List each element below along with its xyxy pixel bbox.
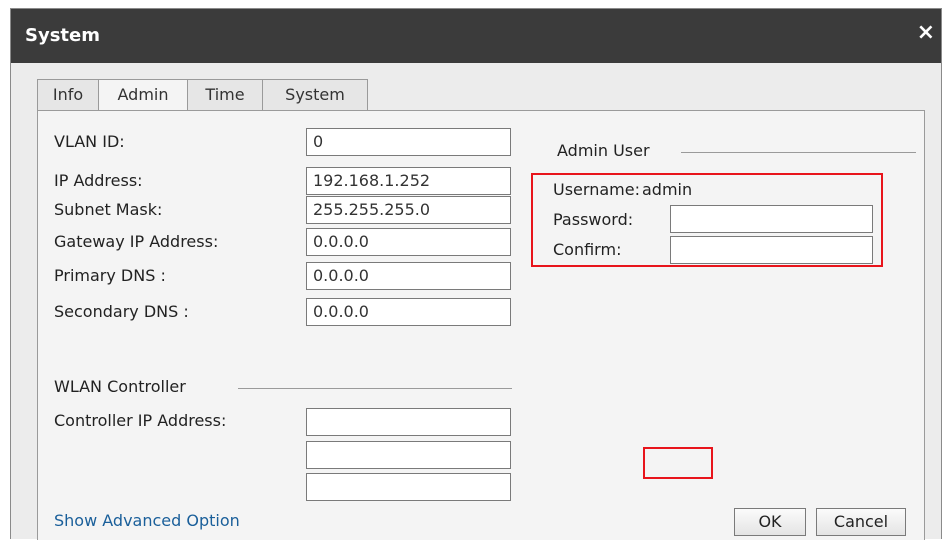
admin-user-legend: Admin User bbox=[557, 141, 650, 160]
subnet-mask-label: Subnet Mask: bbox=[54, 200, 163, 219]
gateway-input[interactable]: 0.0.0.0 bbox=[306, 228, 511, 256]
ip-address-label: IP Address: bbox=[54, 171, 143, 190]
controller-ip-input-3[interactable] bbox=[306, 473, 511, 501]
vlan-id-input[interactable]: 0 bbox=[306, 128, 511, 156]
admin-user-divider bbox=[681, 152, 916, 153]
tab-info[interactable]: Info bbox=[37, 79, 99, 110]
secondary-dns-input[interactable]: 0.0.0.0 bbox=[306, 298, 511, 326]
primary-dns-label: Primary DNS : bbox=[54, 266, 166, 285]
vlan-id-label: VLAN ID: bbox=[54, 132, 125, 151]
admin-panel: VLAN ID: 0 IP Address: 192.168.1.252 Sub… bbox=[37, 110, 925, 540]
tab-strip: Info Admin Time System bbox=[37, 79, 368, 112]
controller-ip-input-2[interactable] bbox=[306, 441, 511, 469]
close-icon[interactable]: × bbox=[917, 21, 935, 45]
wlan-controller-legend: WLAN Controller bbox=[54, 377, 186, 396]
show-advanced-option-link[interactable]: Show Advanced Option bbox=[54, 511, 240, 530]
tab-system[interactable]: System bbox=[262, 79, 368, 110]
ip-address-input[interactable]: 192.168.1.252 bbox=[306, 167, 511, 195]
gateway-label: Gateway IP Address: bbox=[54, 232, 219, 251]
empty-highlight-box bbox=[643, 447, 713, 479]
tab-time[interactable]: Time bbox=[187, 79, 263, 110]
cancel-button[interactable]: Cancel bbox=[816, 508, 906, 536]
subnet-mask-input[interactable]: 255.255.255.0 bbox=[306, 196, 511, 224]
primary-dns-input[interactable]: 0.0.0.0 bbox=[306, 262, 511, 290]
controller-ip-label: Controller IP Address: bbox=[54, 411, 227, 430]
controller-ip-input-1[interactable] bbox=[306, 408, 511, 436]
admin-credentials-highlight bbox=[531, 173, 883, 267]
system-dialog: System × Info Admin Time System VLAN ID:… bbox=[10, 8, 942, 540]
secondary-dns-label: Secondary DNS : bbox=[54, 302, 189, 321]
wlan-controller-divider bbox=[238, 388, 512, 389]
tab-admin[interactable]: Admin bbox=[98, 79, 188, 112]
title-bar: System × bbox=[11, 9, 941, 63]
ok-button[interactable]: OK bbox=[734, 508, 806, 536]
dialog-title: System bbox=[25, 25, 100, 46]
